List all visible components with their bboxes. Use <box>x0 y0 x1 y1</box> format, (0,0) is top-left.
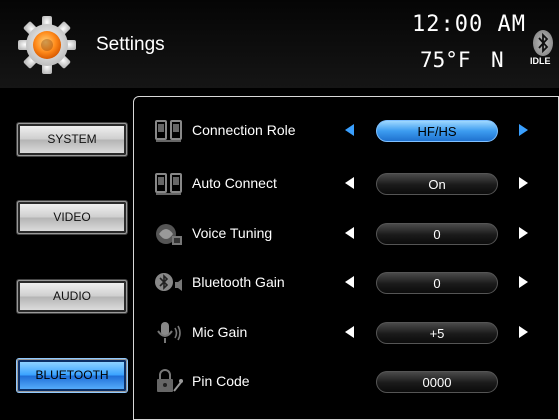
outside-temperature: 75°F <box>420 48 471 72</box>
decrease-arrow-button[interactable] <box>345 177 354 189</box>
settings-gear-icon[interactable] <box>16 14 78 76</box>
voice-tuning-icon <box>156 224 182 245</box>
decrease-arrow-button[interactable] <box>345 227 354 239</box>
header-bar: Settings 12:00 AM 75°F N IDLE <box>0 0 559 88</box>
bluetooth-speaker-icon <box>155 273 182 291</box>
setting-row-voice-tuning: Voice Tuning 0 <box>134 214 559 254</box>
menu-button-bluetooth[interactable]: BLUETOOTH <box>17 359 127 392</box>
setting-value-selector[interactable]: On <box>376 173 498 195</box>
microphone-icon <box>157 322 181 343</box>
setting-label: Pin Code <box>192 373 250 389</box>
setting-row-bluetooth-gain: Bluetooth Gain 0 <box>134 263 559 303</box>
compass-heading: N <box>491 48 504 72</box>
bluetooth-status-icon <box>533 30 553 56</box>
decrease-arrow-button[interactable] <box>345 326 354 338</box>
phone-pair-icon <box>155 120 182 142</box>
page-title: Settings <box>96 34 165 55</box>
setting-row-mic-gain: Mic Gain +5 <box>134 313 559 353</box>
bluetooth-status-label: IDLE <box>530 56 551 66</box>
increase-arrow-button[interactable] <box>519 227 528 239</box>
increase-arrow-button[interactable] <box>519 276 528 288</box>
setting-row-auto-connect: Auto Connect On <box>134 164 559 204</box>
setting-label: Connection Role <box>192 122 296 138</box>
pin-code-field[interactable]: 0000 <box>376 371 498 393</box>
setting-row-pin-code: Pin Code 0000 <box>134 362 559 402</box>
phone-pair-icon <box>155 173 182 195</box>
setting-label: Auto Connect <box>192 175 277 191</box>
increase-arrow-button[interactable] <box>519 177 528 189</box>
setting-value-selector[interactable]: +5 <box>376 322 498 344</box>
bluetooth-status-indicator: IDLE <box>530 30 559 74</box>
clock-time: 12:00 AM <box>412 12 526 37</box>
setting-label: Mic Gain <box>192 324 248 340</box>
setting-row-connection-role: Connection Role HF/HS <box>134 111 559 151</box>
menu-button-audio[interactable]: AUDIO <box>17 280 127 313</box>
setting-label: Voice Tuning <box>192 225 273 241</box>
menu-button-video[interactable]: VIDEO <box>17 201 127 234</box>
setting-value-selector[interactable]: 0 <box>376 223 498 245</box>
increase-arrow-button[interactable] <box>519 326 528 338</box>
decrease-arrow-button[interactable] <box>345 124 354 136</box>
bluetooth-settings-panel: Connection Role HF/HS Auto Connect On Vo… <box>133 96 559 420</box>
setting-label: Bluetooth Gain <box>192 274 285 290</box>
lock-key-icon <box>157 369 183 392</box>
menu-button-system[interactable]: SYSTEM <box>17 123 127 156</box>
setting-value-selector[interactable]: 0 <box>376 272 498 294</box>
setting-value-selector[interactable]: HF/HS <box>376 120 498 142</box>
increase-arrow-button[interactable] <box>519 124 528 136</box>
decrease-arrow-button[interactable] <box>345 276 354 288</box>
